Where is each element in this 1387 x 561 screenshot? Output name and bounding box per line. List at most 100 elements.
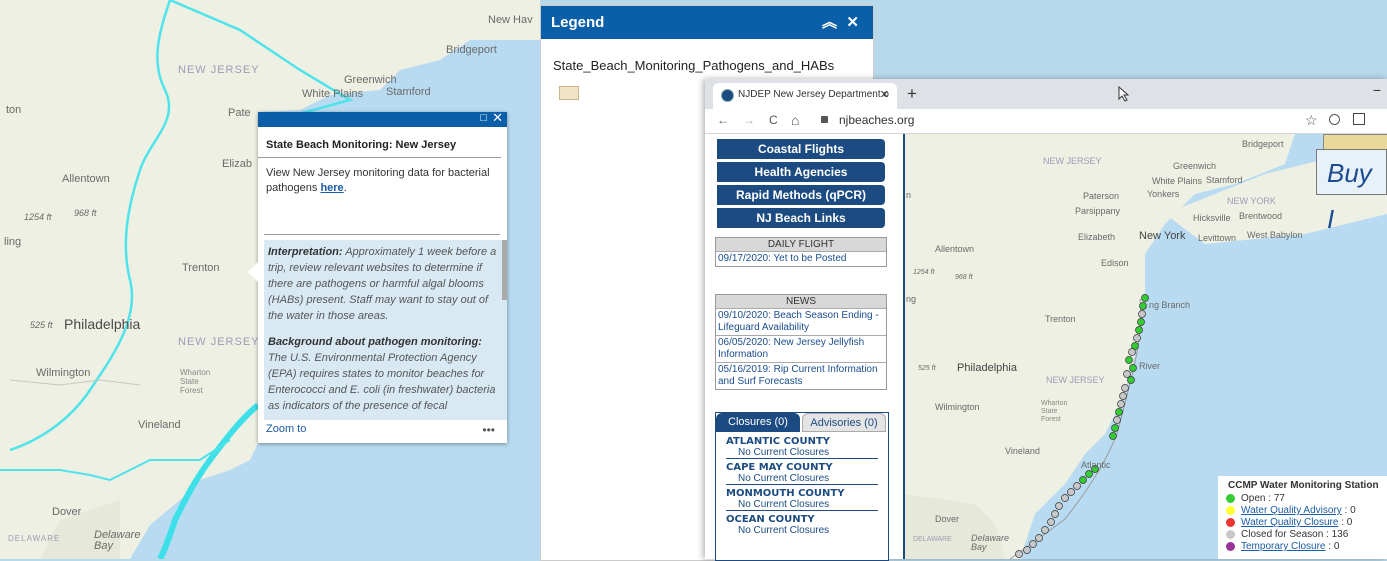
- rmap-label-delaware: DELAWARE: [913, 536, 952, 543]
- maximize-icon[interactable]: □: [480, 112, 487, 124]
- forward-button[interactable]: →: [743, 113, 755, 127]
- extension-icon[interactable]: [1329, 114, 1340, 125]
- buy-banner[interactable]: Buy I: [1316, 149, 1387, 234]
- rmap-label-stamford: Stamford: [1206, 175, 1243, 185]
- closures-tabs: Closures (0) Advisories (0): [716, 413, 888, 433]
- daily-flight-box: DAILY FLIGHT 09/17/2020: Yet to be Poste…: [715, 237, 887, 267]
- station-link[interactable]: Water Quality Advisory: [1241, 505, 1342, 516]
- map-label-new-jersey: NEW JERSEY: [178, 64, 260, 76]
- map-label-stamford: Stamford: [386, 86, 431, 98]
- legend-title: Legend: [551, 14, 605, 31]
- popup-scroll-area[interactable]: Interpretation: Approximately 1 week bef…: [264, 240, 507, 420]
- rmap-label-vineland: Vineland: [1005, 446, 1040, 456]
- new-tab-button[interactable]: +: [907, 84, 917, 104]
- bookmark-star-icon[interactable]: ☆: [1305, 112, 1318, 129]
- station-row-temporary: Temporary Closure : 0: [1226, 541, 1339, 552]
- station-link[interactable]: Temporary Closure: [1241, 541, 1325, 552]
- collapse-icon[interactable]: ︽: [822, 6, 837, 39]
- map-divider: [903, 134, 905, 559]
- daily-flight-item[interactable]: 09/17/2020: Yet to be Posted: [716, 251, 886, 266]
- back-button[interactable]: ←: [717, 113, 729, 127]
- interpretation-text: Interpretation: Approximately 1 week bef…: [268, 244, 501, 324]
- close-icon[interactable]: ✕: [846, 6, 859, 39]
- station-row-open: Open : 77: [1226, 493, 1285, 504]
- home-button[interactable]: ⌂: [791, 112, 799, 128]
- rmap-label-new-york: New York: [1139, 230, 1186, 242]
- rmap-label-wharton: Wharton State Forest: [1041, 400, 1068, 423]
- rmap-label-elev3: 525 ft: [918, 365, 936, 372]
- rmap-label-wilmington: Wilmington: [935, 402, 980, 412]
- map-label-greenwich: Greenwich: [344, 74, 397, 86]
- station-link[interactable]: Water Quality Closure: [1241, 517, 1338, 528]
- county-name: ATLANTIC COUNTY: [726, 436, 831, 447]
- map-label-trenton: Trenton: [182, 262, 220, 274]
- map-label-allentown: Allentown: [62, 173, 110, 185]
- station-count: 0: [1346, 517, 1353, 528]
- news-item[interactable]: 05/16/2019: Rip Current Information and …: [716, 362, 886, 389]
- nav-nj-beach-links[interactable]: NJ Beach Links: [717, 208, 885, 228]
- county-status: No Current Closures: [726, 473, 878, 485]
- station-label: Closed for Season: [1241, 529, 1324, 540]
- popup-body-text: View New Jersey monitoring data for bact…: [266, 167, 490, 194]
- season-dot-icon: [1226, 529, 1235, 539]
- nav-rapid-methods[interactable]: Rapid Methods (qPCR): [717, 185, 885, 205]
- map-label-ton: ton: [6, 104, 22, 116]
- station-row-advisory: Water Quality Advisory : 0: [1226, 505, 1356, 516]
- background-text: Background about pathogen monitoring: The…: [268, 334, 501, 414]
- rmap-label-hicksville: Hicksville: [1193, 213, 1231, 223]
- map-label-delaware-bay: Delaware Bay: [94, 529, 141, 552]
- tab-closures[interactable]: Closures (0): [716, 413, 800, 432]
- browser-toolbar: ← → C ⌂ njbeaches.org ☆: [705, 109, 1387, 134]
- rmap-label-allentown: Allentown: [935, 244, 975, 254]
- rmap-label-edison: Edison: [1101, 258, 1129, 268]
- more-options-button[interactable]: •••: [482, 423, 495, 437]
- news-header: NEWS: [716, 295, 886, 308]
- background-body: The U.S. Environmental Protection Agency…: [268, 352, 496, 412]
- tab-close-icon[interactable]: ✕: [880, 88, 889, 101]
- lock-icon: [821, 116, 828, 123]
- feature-popup: □ ✕ State Beach Monitoring: New Jersey V…: [248, 110, 507, 443]
- rmap-label-elev2: 968 ft: [955, 274, 973, 281]
- closures-panel: Closures (0) Advisories (0) ATLANTIC COU…: [715, 412, 889, 561]
- rmap-label-new-jersey-2: NEW JERSEY: [1046, 375, 1105, 385]
- map-label-vineland: Vineland: [138, 419, 181, 431]
- station-label: Open: [1241, 493, 1266, 504]
- zoom-to-link[interactable]: Zoom to: [266, 423, 306, 435]
- temporary-dot-icon: [1226, 541, 1235, 551]
- nav-coastal-flights[interactable]: Coastal Flights: [717, 139, 885, 159]
- county-status: No Current Closures: [726, 499, 878, 511]
- url-field[interactable]: njbeaches.org: [839, 113, 914, 127]
- close-icon[interactable]: ✕: [492, 110, 503, 126]
- rmap-label-bridgeport: Bridgeport: [1242, 139, 1284, 149]
- popup-here-link[interactable]: here: [320, 182, 343, 194]
- map-label-pate: Pate: [228, 107, 251, 119]
- tab-strip: NJDEP New Jersey Department o ✕ + −: [705, 79, 1387, 109]
- minimize-button[interactable]: −: [1373, 82, 1381, 98]
- rmap-label-n: n: [906, 190, 912, 200]
- background-label: Background about pathogen monitoring:: [268, 336, 482, 348]
- rmap-label-elev1: 1254 ft: [913, 269, 935, 276]
- map-label-white-plains: White Plains: [302, 88, 364, 100]
- rmap-label-parsippany: Parsippany: [1075, 206, 1121, 216]
- map-label-dover: Dover: [52, 506, 82, 518]
- grid-icon[interactable]: [1353, 113, 1365, 125]
- station-count: 0: [1333, 541, 1340, 552]
- tab-advisories[interactable]: Advisories (0): [802, 413, 886, 432]
- mouse-cursor-icon: [1118, 86, 1130, 102]
- nav-health-agencies[interactable]: Health Agencies: [717, 162, 885, 182]
- popup-scrollbar[interactable]: [502, 240, 507, 300]
- reload-button[interactable]: C: [769, 113, 778, 127]
- station-sep: :: [1341, 505, 1351, 516]
- browser-tab[interactable]: NJDEP New Jersey Department o ✕: [713, 83, 897, 109]
- closure-dot-icon: [1226, 517, 1235, 527]
- legend-header: Legend ︽ ✕: [541, 6, 873, 39]
- station-sep: :: [1265, 493, 1274, 504]
- popup-divider: [264, 234, 500, 235]
- tab-title: NJDEP New Jersey Department o: [738, 89, 889, 100]
- news-box: NEWS 09/10/2020: Beach Season Ending - L…: [715, 294, 887, 390]
- open-dot-icon: [1226, 493, 1235, 503]
- map-label-new-hav: New Hav: [488, 14, 533, 26]
- news-item[interactable]: 09/10/2020: Beach Season Ending - Lifegu…: [716, 308, 886, 335]
- news-item[interactable]: 06/05/2020: New Jersey Jellyfish Informa…: [716, 335, 886, 362]
- rmap-label-river: River: [1139, 361, 1161, 371]
